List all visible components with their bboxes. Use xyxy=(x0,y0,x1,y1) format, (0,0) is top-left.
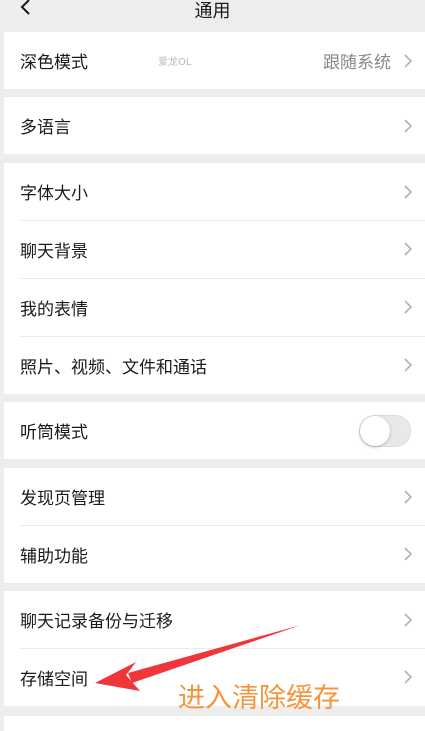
setting-label: 聊天背景 xyxy=(20,241,88,262)
chevron-right-icon xyxy=(404,300,413,314)
setting-font-size[interactable]: 字体大小 xyxy=(4,163,425,220)
setting-discover-management[interactable]: 发现页管理 xyxy=(4,468,425,525)
settings-group-language: 多语言 xyxy=(4,97,425,154)
setting-label: 我的表情 xyxy=(20,299,88,320)
setting-language[interactable]: 多语言 xyxy=(4,97,425,154)
annotation-text: 进入清除缓存 xyxy=(178,683,340,714)
setting-accessibility[interactable]: 辅助功能 xyxy=(4,525,425,583)
setting-chat-backup-migration[interactable]: 聊天记录备份与迁移 xyxy=(4,591,425,648)
settings-group-chat: 字体大小 聊天背景 我的表情 照片、视频、文件和通话 xyxy=(4,163,425,394)
chevron-right-icon xyxy=(404,118,413,133)
setting-label: 听筒模式 xyxy=(20,423,88,443)
chevron-right-icon xyxy=(404,358,413,372)
chevron-right-icon xyxy=(404,612,413,627)
page-title: 通用 xyxy=(194,1,231,22)
settings-group-audio: 听筒模式 xyxy=(4,402,425,459)
setting-media-files-calls[interactable]: 照片、视频、文件和通话 xyxy=(4,336,425,394)
chevron-right-icon xyxy=(404,547,413,561)
chevron-right-icon xyxy=(404,670,413,684)
chevron-right-icon xyxy=(404,184,413,199)
setting-label: 照片、视频、文件和通话 xyxy=(20,357,207,378)
setting-earpiece-mode: 听筒模式 xyxy=(4,402,425,459)
chevron-right-icon xyxy=(404,53,413,68)
toggle-knob xyxy=(360,415,390,446)
setting-label: 多语言 xyxy=(20,118,71,138)
setting-label: 聊天记录备份与迁移 xyxy=(20,612,173,632)
setting-label: 深色模式 xyxy=(20,53,88,73)
setting-chat-background[interactable]: 聊天背景 xyxy=(4,220,425,278)
setting-value: 跟随系统 xyxy=(323,53,391,73)
setting-label: 字体大小 xyxy=(20,184,88,204)
settings-group-display: 深色模式 爱龙OL 跟随系统 xyxy=(4,32,425,89)
setting-my-stickers[interactable]: 我的表情 xyxy=(4,278,425,336)
chevron-right-icon xyxy=(404,242,413,256)
watermark-text: 爱龙OL xyxy=(158,57,192,68)
setting-dark-mode[interactable]: 深色模式 爱龙OL 跟随系统 xyxy=(4,32,425,89)
earpiece-mode-toggle[interactable] xyxy=(359,414,411,447)
setting-label: 辅助功能 xyxy=(20,546,88,567)
chevron-right-icon xyxy=(404,489,413,504)
navigation-bar: 通用 xyxy=(0,0,425,24)
setting-label: 存储空间 xyxy=(20,669,88,690)
settings-group-features: 发现页管理 辅助功能 xyxy=(4,468,425,583)
settings-group-next xyxy=(4,716,425,731)
setting-label: 发现页管理 xyxy=(20,489,105,509)
